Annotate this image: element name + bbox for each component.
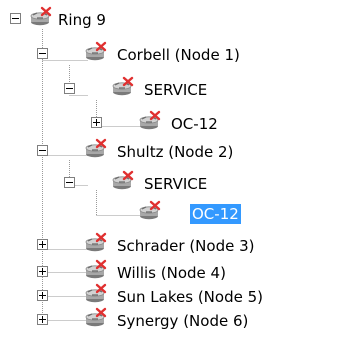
expand-toggle-icon[interactable] [37,314,48,325]
tree-node-shultz[interactable]: Shultz (Node 2) [37,134,277,168]
tree-node-service-2[interactable]: SERVICE [64,166,244,200]
tree-node-service-1[interactable]: SERVICE [64,72,244,106]
network-node-error-icon [137,200,163,222]
expand-toggle-icon[interactable] [37,290,48,301]
collapse-toggle-icon[interactable] [64,177,75,188]
tree-node-label: Synergy (Node 6) [117,312,249,330]
network-node-error-icon [28,6,54,28]
tree-node-label: Shultz (Node 2) [117,143,234,161]
tree-node-label: SERVICE [144,175,208,193]
collapse-toggle-icon[interactable] [37,48,48,59]
tree-node-label-selected: OC-12 [190,204,241,224]
tree-node-label: Corbell (Node 1) [117,46,240,64]
collapse-toggle-icon[interactable] [64,83,75,94]
network-node-error-icon [110,170,136,192]
network-node-error-icon [83,41,109,63]
network-node-error-icon [83,138,109,160]
tree-view[interactable]: Ring 9 Corbell (Node 1) SERVICE OC-12 Sh… [0,0,338,361]
collapse-toggle-icon[interactable] [37,145,48,156]
tree-node-label: Ring 9 [58,11,106,29]
network-node-error-icon [110,76,136,98]
network-node-error-icon [83,307,109,329]
tree-node-corbell[interactable]: Corbell (Node 1) [37,37,277,71]
network-node-error-icon [137,110,163,132]
tree-node-oc12-2[interactable]: OC-12 [91,196,261,230]
tree-node-label: SERVICE [144,81,208,99]
network-node-error-icon [83,283,109,305]
tree-node-label: Schrader (Node 3) [117,237,255,255]
tree-node-ring-9[interactable]: Ring 9 [10,2,160,36]
tree-node-label: OC-12 [171,115,218,133]
collapse-toggle-icon[interactable] [10,13,21,24]
tree-node-synergy[interactable]: Synergy (Node 6) [37,303,307,337]
expand-toggle-icon[interactable] [91,117,102,128]
network-node-error-icon [83,259,109,281]
network-node-error-icon [83,232,109,254]
expand-toggle-icon[interactable] [37,266,48,277]
expand-toggle-icon[interactable] [37,239,48,250]
